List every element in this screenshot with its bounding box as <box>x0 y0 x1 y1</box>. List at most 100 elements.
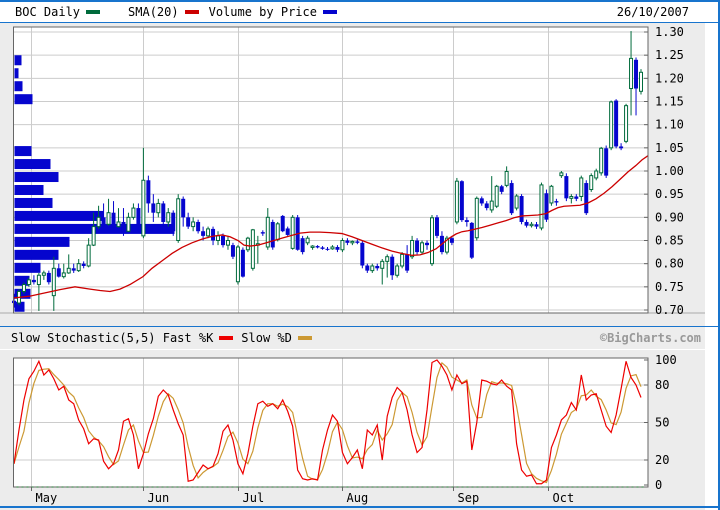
candle-body-up <box>505 171 508 185</box>
candle-body-up <box>311 246 314 247</box>
candle-body-up <box>87 245 90 266</box>
chart-date: 26/10/2007 <box>617 5 689 19</box>
candle-body-down <box>450 238 454 243</box>
candle-body-down <box>186 217 190 226</box>
candle-body-up <box>306 238 309 243</box>
price-axis-label: 0.85 <box>655 234 684 248</box>
month-label: Jun <box>148 491 170 505</box>
candle-body-down <box>261 232 265 233</box>
candle-body-down <box>321 247 325 248</box>
candle-body-up <box>117 222 120 227</box>
candle-body-down <box>405 254 409 270</box>
stochastic-label-row: Slow Stochastic(5,5) Fast %K Slow %D ©Bi… <box>0 327 705 349</box>
candle-body-down <box>390 257 394 276</box>
candle-body-down <box>196 222 200 231</box>
candle-body-down <box>584 183 588 213</box>
volume-by-price-bar <box>15 55 22 65</box>
candle-body-up <box>331 247 334 249</box>
candle-body-up <box>540 185 543 228</box>
candle-body-down <box>480 198 484 203</box>
sma-swatch <box>185 10 199 14</box>
candle-body-down <box>525 222 529 226</box>
candle-body-up <box>411 241 414 257</box>
candle-body-up <box>595 171 598 178</box>
candle-body-up <box>226 241 229 246</box>
stoch-axis-label: 20 <box>655 453 669 467</box>
stoch-axis-label: 50 <box>655 416 669 430</box>
volume-by-price-bar <box>15 198 53 208</box>
candle-body-up <box>570 196 573 198</box>
candle-body-up <box>192 222 195 227</box>
month-label: Sep <box>458 491 480 505</box>
page-border-bottom <box>0 506 720 508</box>
price-series-swatch <box>86 10 100 14</box>
candle-body-up <box>515 196 518 208</box>
candle-body-up <box>37 275 40 284</box>
volume-by-price-bar <box>15 94 33 104</box>
candle-body-down <box>554 201 558 202</box>
candle-body-down <box>345 241 349 243</box>
candle-body-down <box>57 268 61 276</box>
candle-body-up <box>610 102 613 148</box>
price-axis-label: 1.05 <box>655 141 684 155</box>
candle-body-down <box>161 203 165 222</box>
price-axis-label: 0.80 <box>655 257 684 271</box>
candle-body-down <box>286 228 290 234</box>
candle-body-up <box>251 230 254 268</box>
price-axis-label: 0.95 <box>655 187 684 201</box>
candle-body-down <box>465 220 469 222</box>
volume-by-price-bar <box>15 172 59 182</box>
candle-body-down <box>316 246 320 247</box>
candle-body-down <box>151 203 155 212</box>
candle-body-up <box>142 180 145 236</box>
price-axis-label: 0.90 <box>655 210 684 224</box>
candle-body-down <box>619 146 623 148</box>
candle-body-down <box>574 196 578 198</box>
candle-body-up <box>490 201 493 210</box>
month-label: Aug <box>347 491 369 505</box>
candle-body-up <box>97 217 100 226</box>
candle-body-up <box>177 199 180 241</box>
candle-body-down <box>435 217 439 236</box>
price-axis-label: 1.00 <box>655 164 684 178</box>
candle-body-down <box>500 186 504 192</box>
candle-body-up <box>341 241 344 250</box>
candle-body-up <box>27 280 30 285</box>
fast-k-swatch <box>219 336 233 340</box>
candle-body-down <box>326 249 330 250</box>
header-separator <box>0 22 718 23</box>
candle-body-up <box>132 208 135 217</box>
candle-body-up <box>246 238 249 250</box>
main-plot-background <box>14 27 649 313</box>
candle-body-up <box>92 227 95 246</box>
candle-body-down <box>375 266 379 268</box>
candle-body-down <box>415 241 419 253</box>
volume-by-price-label: Volume by Price <box>209 5 317 19</box>
price-axis-label: 1.15 <box>655 95 684 109</box>
candle-body-down <box>301 238 305 252</box>
candle-body-up <box>77 264 80 271</box>
bigcharts-page: BOC Daily SMA(20) Volume by Price 26/10/… <box>0 0 720 510</box>
candle-body-up <box>495 186 498 206</box>
candle-body-down <box>201 231 205 236</box>
candle-body-down <box>121 222 125 231</box>
price-axis-label: 0.70 <box>655 303 684 317</box>
volume-by-price-bar <box>15 68 19 78</box>
candle-body-up <box>640 72 643 91</box>
candle-body-down <box>72 268 76 270</box>
candle-body-up <box>560 173 563 176</box>
candle-body-up <box>431 218 434 264</box>
candle-body-up <box>42 273 45 275</box>
bigcharts-copyright: ©BigCharts.com <box>600 331 701 345</box>
candle-body-down <box>171 213 175 232</box>
candle-body-down <box>360 243 364 266</box>
candle-body-up <box>401 254 404 266</box>
stoch-axis-label: 0 <box>655 478 662 492</box>
candle-body-down <box>82 264 86 266</box>
price-axis-label: 1.25 <box>655 48 684 62</box>
candle-body-down <box>181 199 185 218</box>
page-border-top <box>0 0 720 2</box>
candle-body-up <box>236 247 239 282</box>
candle-body-up <box>590 176 593 190</box>
candle-body-up <box>371 266 374 271</box>
